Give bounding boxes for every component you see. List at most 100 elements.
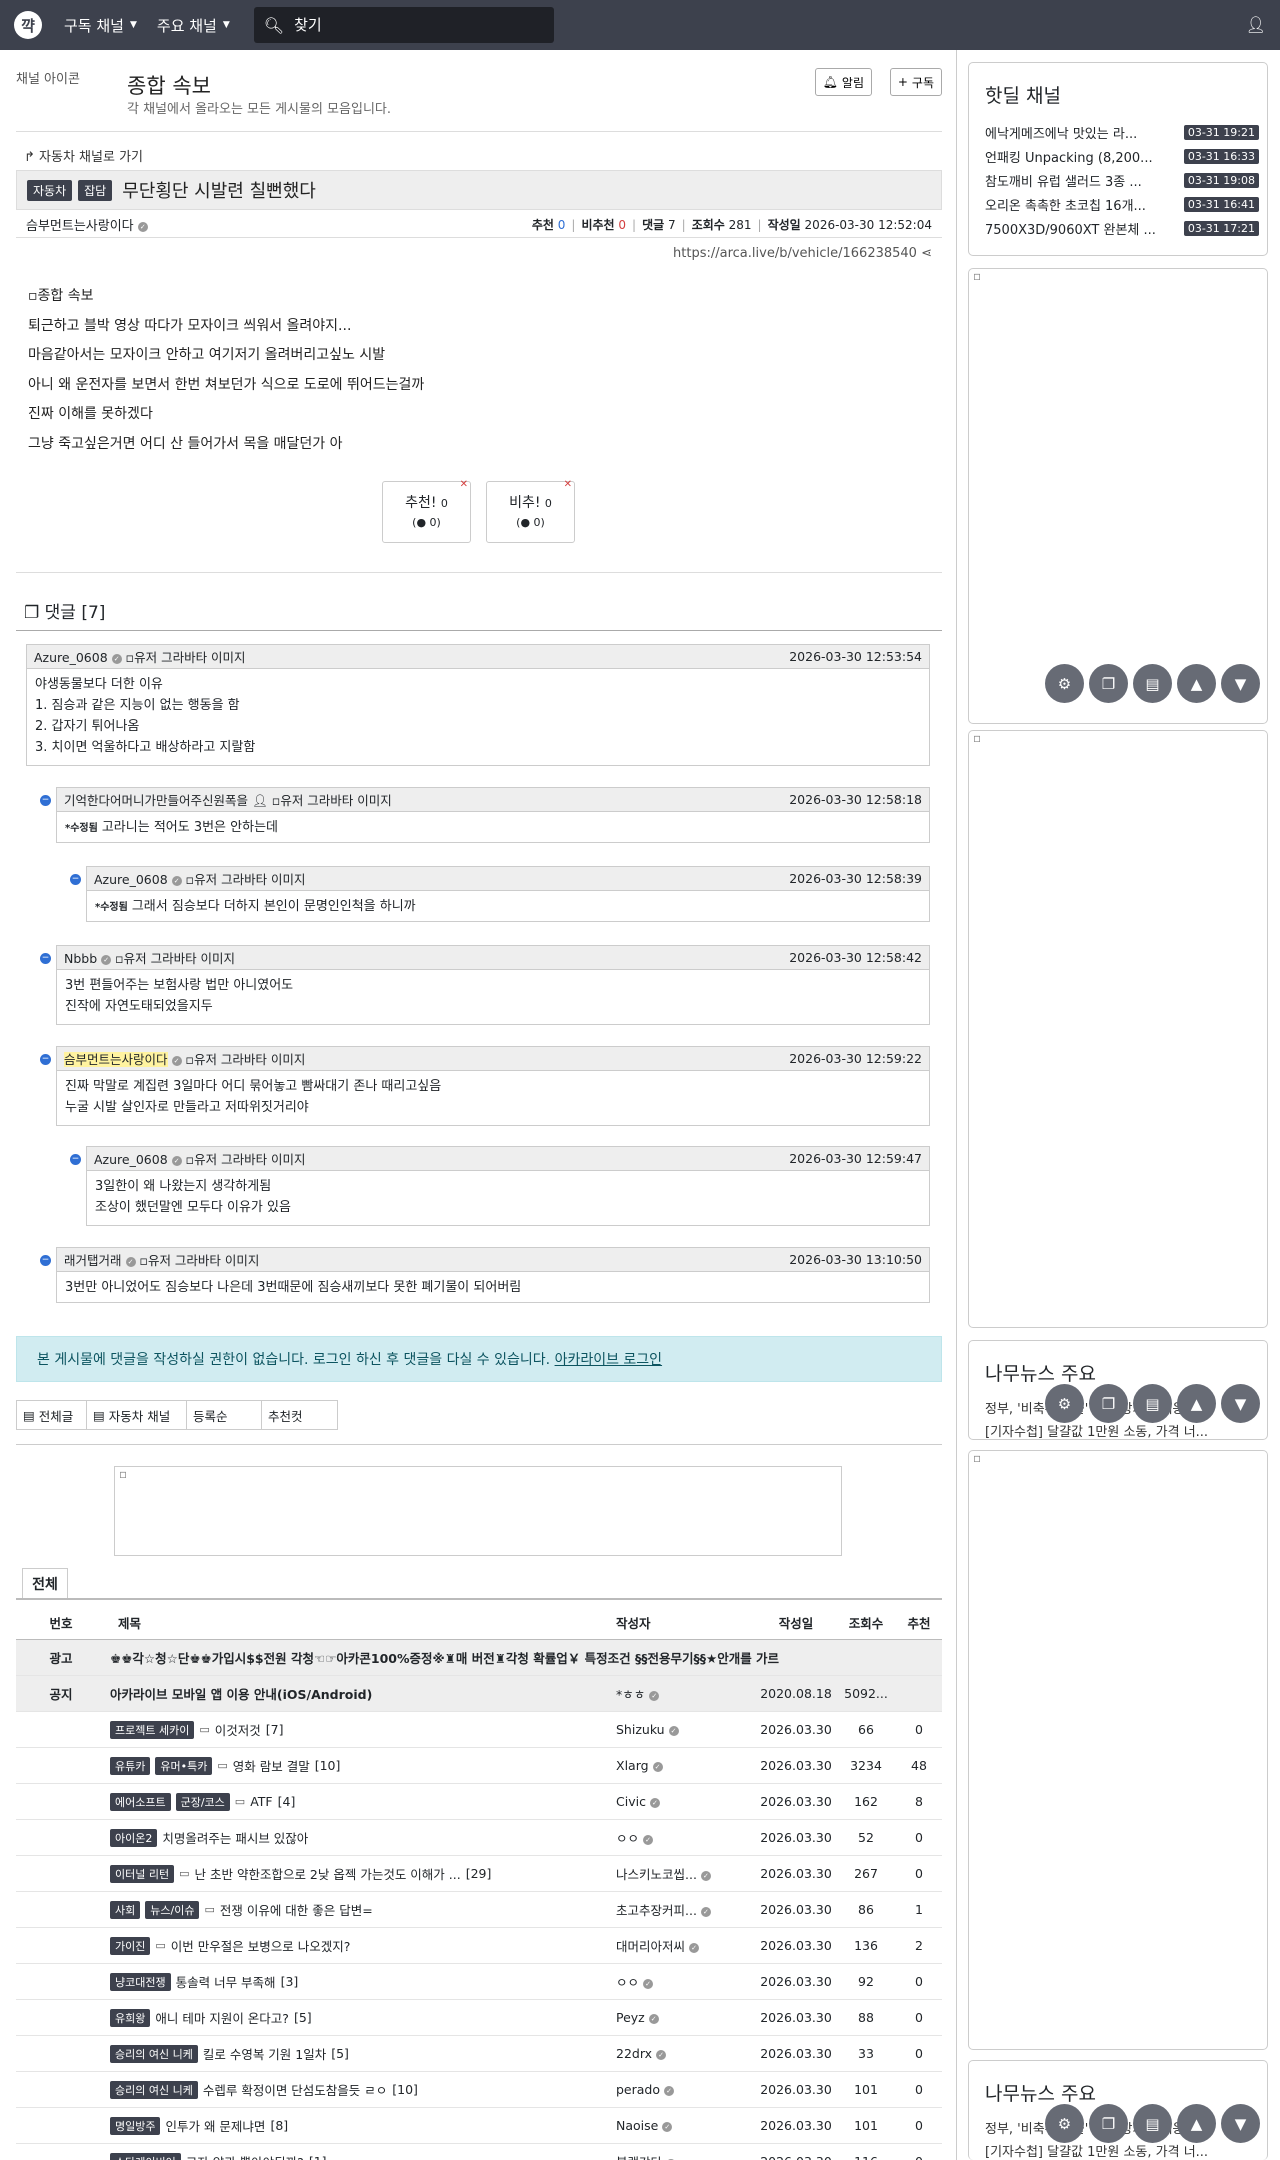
category-badge[interactable]: 프로젝트 세카이 [110, 1720, 195, 1739]
site-logo[interactable]: 꺅 [14, 11, 42, 39]
table-row[interactable]: 프로젝트 세카이 ▭ 이것저것 [7] Shizuku ✓ 2026.03.30 66… [16, 1712, 942, 1748]
tab-all-posts[interactable]: ▤ 전체글 [17, 1401, 87, 1429]
category-badge[interactable]: 명일방주 [110, 2116, 161, 2135]
reply-toggle-icon[interactable]: − [70, 1154, 81, 1165]
article-title[interactable]: 인투가 왜 문제냐면 [165, 2116, 265, 2135]
table-row[interactable]: 승리의 여신 니케 킬로 수영복 기원 1일차 [5] 22drx ✓ 2026.0… [16, 2036, 942, 2072]
category-badge[interactable]: 가이진 [110, 1936, 151, 1955]
table-row[interactable]: 냥코대전쟁 통솔력 너무 부족해 [3] ㅇㅇ ✓ 2026.03.30 92 0 [16, 1964, 942, 2000]
news-item[interactable]: [기자수첩] 달걀값 1만원 소동, 가격 너... [985, 2141, 1255, 2160]
article-title[interactable]: 난 초반 약한조합으로 2낮 옵젝 가는것도 이해가 ... [195, 1864, 461, 1883]
comment-author[interactable]: 래거탭거래 ✓ ▫유저 그라바타 이미지 [64, 1250, 789, 1269]
category-badge[interactable]: 에어소프트 [110, 1792, 171, 1811]
article-author[interactable]: Shizuku ✓ [616, 1722, 756, 1737]
table-row[interactable]: 승리의 여신 니케 수렙루 확정이면 단섬도참을듯 ㄹㅇ [10] perado ✓… [16, 2072, 942, 2108]
category-badge[interactable]: 아이온2 [110, 1828, 158, 1847]
subscribe-button[interactable]: + 구독 [889, 68, 942, 96]
gear-icon[interactable]: ⚙ [1045, 2104, 1084, 2143]
chevron-up-icon[interactable]: ▲ [1177, 1384, 1216, 1423]
reply-toggle-icon[interactable]: − [40, 1054, 51, 1065]
post-author[interactable]: 슴부먼트는사랑이다 ✓ [26, 215, 526, 234]
list-ad-row[interactable]: 광고 ♚♚각☆청☆단♚♚가입시$$전원 각청☜☞아카콘100%증정※♜매 버전♜… [16, 1640, 942, 1676]
category-badge[interactable]: 군장/코스 [175, 1792, 230, 1811]
table-row[interactable]: 사회 뉴스/이슈 ▭ 전쟁 이유에 대한 좋은 답변= 초고추장커피... ✓ 202… [16, 1892, 942, 1928]
copy-icon[interactable]: ❐ [1089, 664, 1128, 703]
table-row[interactable]: 유튜카 유머•특카 ▭ 영화 람보 결말 [10] Xlarg ✓ 2026.03.30… [16, 1748, 942, 1784]
article-title[interactable]: 애니 테마 지원이 온다고? [155, 2008, 289, 2027]
share-icon[interactable]: ⋖ [921, 246, 932, 261]
article-title[interactable]: 로자 양관 뽑아야됨까? [186, 2152, 304, 2160]
article-author[interactable]: 초고추장커피... ✓ [616, 1900, 756, 1919]
login-link[interactable]: 아카라이브 로그인 [555, 1349, 663, 1369]
list-icon[interactable]: ▤ [1133, 2104, 1172, 2143]
comment-author[interactable]: Azure_0608 ✓ ▫유저 그라바타 이미지 [34, 647, 789, 666]
article-author[interactable]: Civic ✓ [616, 1794, 756, 1809]
sort-by-date[interactable]: 등록순 [187, 1401, 262, 1429]
reply-toggle-icon[interactable]: − [40, 953, 51, 964]
article-title[interactable]: ATF [250, 1794, 272, 1809]
category-badge[interactable]: 승리의 여신 니케 [110, 2044, 198, 2063]
table-row[interactable]: 아이온2 치명올려주는 패시브 있잖아 ㅇㅇ ✓ 2026.03.30 52 0 [16, 1820, 942, 1856]
article-title[interactable]: 전쟁 이유에 대한 좋은 답변= [220, 1900, 373, 1919]
article-author[interactable]: Naoise ✓ [616, 2118, 756, 2133]
filter-recommended[interactable]: 추천컷 [262, 1401, 337, 1429]
comment-author[interactable]: Azure_0608 ✓ ▫유저 그라바타 이미지 [94, 869, 789, 888]
ad-banner[interactable]: ▫ [114, 1466, 842, 1556]
article-author[interactable]: 22drx ✓ [616, 2046, 756, 2061]
user-icon[interactable]: 👤︎ [1246, 15, 1266, 34]
post-channel-badge[interactable]: 자동차 [27, 179, 73, 201]
nav-subscribed-channels[interactable]: 구독 채널 ▼ [64, 15, 137, 36]
copy-icon[interactable]: ❐ [1089, 2104, 1128, 2143]
category-badge[interactable]: 스타레이비어 [110, 2152, 181, 2160]
upvote-button[interactable]: ✕ 추천! 0 (● 0) [382, 479, 471, 543]
category-badge[interactable]: 유튜카 [110, 1756, 151, 1775]
post-url[interactable]: https://arca.live/b/vehicle/166238540 ⋖ [673, 246, 932, 261]
article-title[interactable]: 이것저것 [215, 1720, 261, 1739]
table-row[interactable]: 이터널 리턴 ▭ 난 초반 약한조합으로 2낮 옵젝 가는것도 이해가 ... [29… [16, 1856, 942, 1892]
article-title[interactable]: 수렙루 확정이면 단섬도참을듯 ㄹㅇ [203, 2080, 387, 2099]
table-row[interactable]: 명일방주 인투가 왜 문제냐면 [8] Naoise ✓ 2026.03.30 10… [16, 2108, 942, 2144]
category-badge[interactable]: 승리의 여신 니케 [110, 2080, 198, 2099]
category-badge[interactable]: 이터널 리턴 [110, 1864, 175, 1883]
back-to-channel-link[interactable]: ↱ 자동차 채널로 가기 [24, 146, 143, 165]
tab-all[interactable]: 전체 [22, 1568, 68, 1598]
search-icon[interactable]: 🔍︎ [264, 16, 284, 35]
article-author[interactable]: 대머리아저씨 ✓ [616, 1936, 756, 1955]
chevron-down-icon[interactable]: ▼ [1221, 2104, 1260, 2143]
comment-author[interactable]: Azure_0608 ✓ ▫유저 그라바타 이미지 [94, 1149, 789, 1168]
chevron-down-icon[interactable]: ▼ [1221, 1384, 1260, 1423]
hotdeal-title[interactable]: 핫딜 채널 [985, 81, 1267, 108]
chevron-down-icon[interactable]: ▼ [1221, 664, 1260, 703]
category-badge[interactable]: 냥코대전쟁 [110, 1972, 171, 1991]
list-notice-row[interactable]: 공지 아카라이브 모바일 앱 이용 안내(iOS/Android) *ㅎㅎ ✓ … [16, 1676, 942, 1712]
news-title[interactable]: 나무뉴스 주요 [985, 1359, 1267, 1386]
category-badge[interactable]: 유희왕 [110, 2008, 151, 2027]
table-row[interactable]: 가이진 ▭ 이번 만우절은 보병으로 나오겠지? 대머리아저씨 ✓ 2026.03.… [16, 1928, 942, 1964]
hotdeal-item[interactable]: 에낙게메즈에낙 맛있는 라... 03-31 19:21 [985, 120, 1259, 144]
hotdeal-item[interactable]: 참도깨비 유럽 샐러드 3종 ... 03-31 19:08 [985, 168, 1259, 192]
downvote-button[interactable]: ✕ 비추! 0 (● 0) [486, 479, 575, 543]
reply-toggle-icon[interactable]: − [40, 1255, 51, 1266]
article-title[interactable]: 이번 만우절은 보병으로 나오겠지? [171, 1936, 351, 1955]
list-icon[interactable]: ▤ [1133, 664, 1172, 703]
post-category-badge[interactable]: 잡담 [78, 179, 113, 201]
comment-author[interactable]: 기억한다어머니가만들어주신원폭을 👤︎ ▫유저 그라바타 이미지 [64, 790, 789, 809]
article-author[interactable]: perado ✓ [616, 2082, 756, 2097]
article-author[interactable]: Xlarg ✓ [616, 1758, 756, 1773]
comment-author[interactable]: 슴부먼트는사랑이다 ✓ ▫유저 그라바타 이미지 [64, 1049, 789, 1068]
copy-icon[interactable]: ❐ [1089, 1384, 1128, 1423]
table-row[interactable]: 유희왕 애니 테마 지원이 온다고? [5] Peyz ✓ 2026.03.30 8… [16, 2000, 942, 2036]
tab-vehicle-channel[interactable]: ▤ 자동차 채널 [87, 1401, 187, 1429]
list-icon[interactable]: ▤ [1133, 1384, 1172, 1423]
article-title[interactable]: 영화 람보 결말 [233, 1756, 310, 1775]
category-badge[interactable]: 유머•특카 [155, 1756, 213, 1775]
article-author[interactable]: Peyz ✓ [616, 2010, 756, 2025]
news-item[interactable]: [기자수첩] 달걀값 1만원 소동, 가격 너... [985, 1421, 1255, 1444]
category-badge[interactable]: 사회 [110, 1900, 141, 1919]
ad-slot[interactable]: ▫ [968, 730, 1268, 1328]
ad-slot[interactable]: ▫ [968, 1450, 1268, 2050]
table-row[interactable]: 에어소프트 군장/코스 ▭ ATF [4] Civic ✓ 2026.03.30 162… [16, 1784, 942, 1820]
article-title[interactable]: 통솔력 너무 부족해 [176, 1972, 276, 1991]
article-author[interactable]: ㅇㅇ ✓ [616, 1828, 756, 1847]
reply-toggle-icon[interactable]: − [40, 795, 51, 806]
